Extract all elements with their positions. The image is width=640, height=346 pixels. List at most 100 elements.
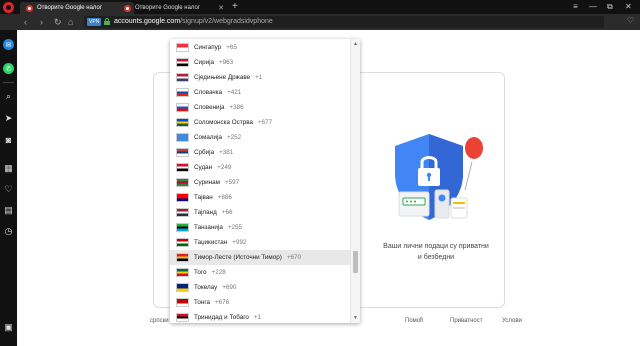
new-tab-button[interactable]: + [232, 1, 238, 12]
country-dial-code: +1 [253, 314, 262, 321]
country-name: Суринам [194, 179, 220, 186]
tab-menu-icon[interactable]: ≡ [573, 2, 578, 11]
news-icon[interactable]: ▦ [2, 162, 15, 175]
country-flag-icon [176, 118, 189, 127]
country-flag-icon [176, 58, 189, 67]
country-option[interactable]: Сомалија +252 [170, 130, 350, 145]
country-option[interactable]: Тринидад и Тобаго +1 [170, 310, 350, 323]
whatsapp-icon[interactable]: ✆ [3, 63, 14, 74]
security-illustration-icon [395, 134, 483, 220]
lock-icon[interactable] [104, 18, 110, 25]
privacy-tagline: Ваши лични подаци су приватни и безбедни [383, 243, 489, 261]
country-flag-icon [176, 298, 189, 307]
messenger-icon[interactable]: ✉ [3, 39, 14, 50]
close-tab-icon[interactable]: ✕ [218, 4, 224, 12]
address-bar[interactable]: VPN accounts.google.com/signup/v2/webgra… [84, 16, 604, 28]
address-toolbar: ‹ › ↻ ⌂ VPN accounts.google.com/signup/v… [0, 14, 640, 30]
send-icon[interactable]: ➤ [2, 112, 15, 125]
country-dial-code: +677 [257, 119, 273, 126]
country-option[interactable]: Тајланд +66 [170, 205, 350, 220]
country-dial-code: +1 [255, 74, 263, 81]
country-flag-icon [176, 238, 189, 247]
country-option[interactable]: Сирија +963 [170, 55, 350, 70]
country-name: Токелау [194, 284, 218, 291]
country-flag-icon [176, 73, 189, 82]
country-code-dropdown[interactable]: Сингапур +65 Сирија +963 Сједињене Државе +1 С… [170, 39, 360, 323]
clock-icon[interactable]: ◷ [2, 225, 15, 238]
tab-bar: Отворите Google налог ✕ Отворите Google … [0, 0, 640, 14]
search-icon[interactable]: ⌕ [2, 90, 15, 103]
opera-logo-icon[interactable] [3, 2, 14, 13]
country-dial-code: +992 [232, 239, 247, 246]
country-name: Словенија [194, 104, 225, 111]
country-dial-code: +228 [211, 269, 226, 276]
country-dial-code: +676 [215, 299, 230, 306]
country-option[interactable]: Тимор-Лесте (Источни Тимор) +670 [170, 250, 350, 265]
country-name: Тонга [194, 299, 210, 306]
country-flag-icon [176, 178, 189, 187]
country-option[interactable]: Соломонска Острва +677 [170, 115, 350, 130]
country-name: Того [194, 269, 207, 276]
heart-icon[interactable]: ♡ [2, 183, 15, 196]
country-option[interactable]: Тајван +886 [170, 190, 350, 205]
country-option[interactable]: Судан +249 [170, 160, 350, 175]
vpn-badge[interactable]: VPN [87, 18, 102, 26]
back-button[interactable]: ‹ [24, 17, 27, 27]
language-selector[interactable]: српски [150, 318, 169, 324]
country-flag-icon [176, 193, 189, 202]
terms-link[interactable]: Услови [502, 318, 522, 324]
country-name: Танзанија [194, 224, 223, 231]
country-name: Сингапур [194, 44, 222, 51]
country-flag-icon [176, 133, 189, 142]
country-option[interactable]: Танзанија +255 [170, 220, 350, 235]
country-option[interactable]: Тонга +676 [170, 295, 350, 310]
tab-google-account-2[interactable]: Отворите Google налог ✕ [118, 2, 228, 14]
country-flag-icon [176, 148, 189, 157]
country-option[interactable]: Словенија +386 [170, 100, 350, 115]
country-option[interactable]: Словачка +421 [170, 85, 350, 100]
country-flag-icon [176, 223, 189, 232]
scroll-up-icon[interactable]: ▲ [353, 41, 358, 47]
country-name: Тајван [194, 194, 213, 201]
country-flag-icon [176, 268, 189, 277]
country-dial-code: +255 [227, 224, 243, 231]
privacy-link[interactable]: Приватност [450, 318, 482, 324]
reload-button[interactable]: ↻ [54, 17, 62, 27]
panel-icon[interactable]: ▣ [2, 321, 15, 334]
country-option[interactable]: Таџикистан +992 [170, 235, 350, 250]
close-window-button[interactable]: ✕ [625, 2, 632, 11]
scrollbar-thumb[interactable] [353, 251, 358, 273]
country-option[interactable]: Суринам +597 [170, 175, 350, 190]
country-dial-code: +670 [286, 254, 302, 261]
country-dial-code: +421 [227, 89, 242, 96]
country-flag-icon [176, 163, 189, 172]
scroll-down-icon[interactable]: ▼ [353, 315, 358, 321]
tab-google-account-1[interactable]: Отворите Google налог ✕ [20, 2, 134, 14]
country-option[interactable]: Токелау +690 [170, 280, 350, 295]
help-link[interactable]: Помоћ [405, 318, 423, 324]
url-text[interactable]: accounts.google.com/signup/v2/webgradsid… [114, 18, 273, 25]
tab-label: Отворите Google налог [135, 5, 201, 11]
history-icon[interactable]: ▤ [2, 204, 15, 217]
country-dial-code: +386 [229, 104, 244, 111]
country-name: Тимор-Лесте (Источни Тимор) [194, 254, 282, 261]
minimize-button[interactable]: — [589, 2, 597, 11]
country-option[interactable]: Сингапур +65 [170, 40, 350, 55]
tab-label: Отворите Google налог [37, 5, 103, 11]
google-favicon-icon [26, 5, 33, 12]
maximize-button[interactable]: ⧉ [607, 2, 613, 12]
country-name: Сједињене Државе [194, 74, 251, 81]
dropdown-scrollbar[interactable]: ▲ ▼ [350, 39, 360, 323]
country-flag-icon [176, 313, 189, 322]
camera-icon[interactable]: ◙ [2, 133, 15, 146]
country-option[interactable]: Србија +381 [170, 145, 350, 160]
country-option[interactable]: Того +228 [170, 265, 350, 280]
forward-button[interactable]: › [40, 17, 43, 27]
country-option[interactable]: Сједињене Државе +1 [170, 70, 350, 85]
country-dial-code: +66 [221, 209, 233, 216]
country-dial-code: +690 [222, 284, 237, 291]
country-name: Таџикистан [194, 239, 228, 246]
home-button[interactable]: ⌂ [68, 17, 73, 27]
country-dial-code: +381 [219, 149, 234, 156]
bookmark-heart-icon[interactable]: ♡ [627, 16, 634, 25]
